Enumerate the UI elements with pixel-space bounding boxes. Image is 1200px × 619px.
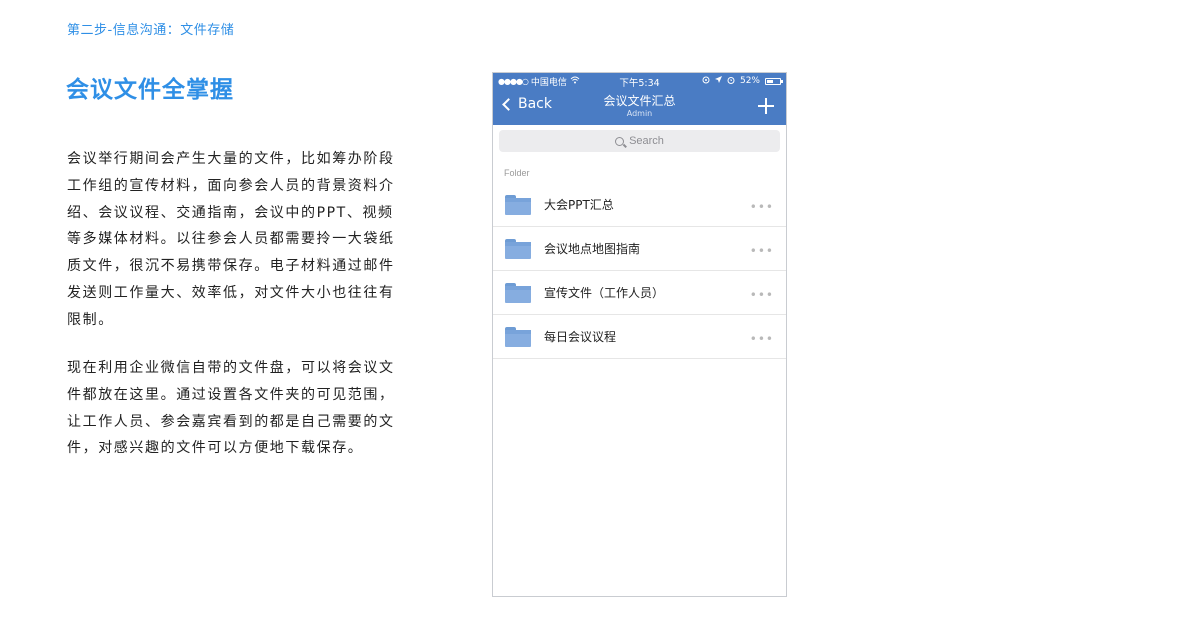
plus-icon[interactable] bbox=[758, 98, 774, 114]
folder-icon bbox=[505, 282, 531, 303]
step-heading: 第二步-信息沟通：文件存储 bbox=[67, 23, 235, 38]
nav-title: 会议文件汇总 bbox=[603, 94, 676, 108]
page-title: 会议文件全掌握 bbox=[66, 77, 234, 103]
folder-label: 大会PPT汇总 bbox=[544, 198, 614, 212]
status-bar: ●●●●○ 中国电信 下午5:34 52% bbox=[493, 73, 786, 89]
folder-icon bbox=[505, 238, 531, 259]
folder-row[interactable]: 会议地点地图指南 ••• bbox=[493, 227, 786, 271]
nav-subtitle: Admin bbox=[626, 109, 653, 118]
more-options-icon[interactable]: ••• bbox=[750, 200, 774, 214]
battery-icon bbox=[765, 77, 783, 85]
search-placeholder: Search bbox=[629, 135, 664, 147]
folder-label: 会议地点地图指南 bbox=[544, 242, 641, 256]
folder-row[interactable]: 宣传文件（工作人员） ••• bbox=[493, 271, 786, 315]
nav-bar: Back 会议文件汇总 Admin bbox=[493, 89, 786, 125]
description-paragraph-1: 会议举行期间会产生大量的文件，比如筹办阶段工作组的宣传材料，面向参会人员的背景资… bbox=[67, 151, 395, 328]
folder-label: 每日会议议程 bbox=[544, 330, 617, 344]
folder-row[interactable]: 大会PPT汇总 ••• bbox=[493, 183, 786, 227]
more-options-icon[interactable]: ••• bbox=[750, 244, 774, 258]
more-options-icon[interactable]: ••• bbox=[750, 288, 774, 302]
description-paragraph-2: 现在利用企业微信自带的文件盘，可以将会议文件都放在这里。通过设置各文件夹的可见范… bbox=[67, 360, 395, 457]
folder-list: 大会PPT汇总 ••• 会议地点地图指南 ••• 宣传文件（工作人员） ••• … bbox=[493, 183, 786, 359]
folder-row[interactable]: 每日会议议程 ••• bbox=[493, 315, 786, 359]
folder-section-label: Folder bbox=[504, 168, 530, 178]
folder-icon bbox=[505, 326, 531, 347]
phone-screenshot: ●●●●○ 中国电信 下午5:34 52% Back 会议文件汇总 Admin … bbox=[492, 72, 787, 597]
folder-icon bbox=[505, 194, 531, 215]
search-icon bbox=[615, 136, 625, 146]
status-time: 下午5:34 bbox=[619, 78, 660, 89]
more-options-icon[interactable]: ••• bbox=[750, 332, 774, 346]
folder-label: 宣传文件（工作人员） bbox=[544, 286, 665, 300]
search-bar-container: Search bbox=[493, 125, 786, 157]
search-input[interactable]: Search bbox=[499, 130, 780, 152]
